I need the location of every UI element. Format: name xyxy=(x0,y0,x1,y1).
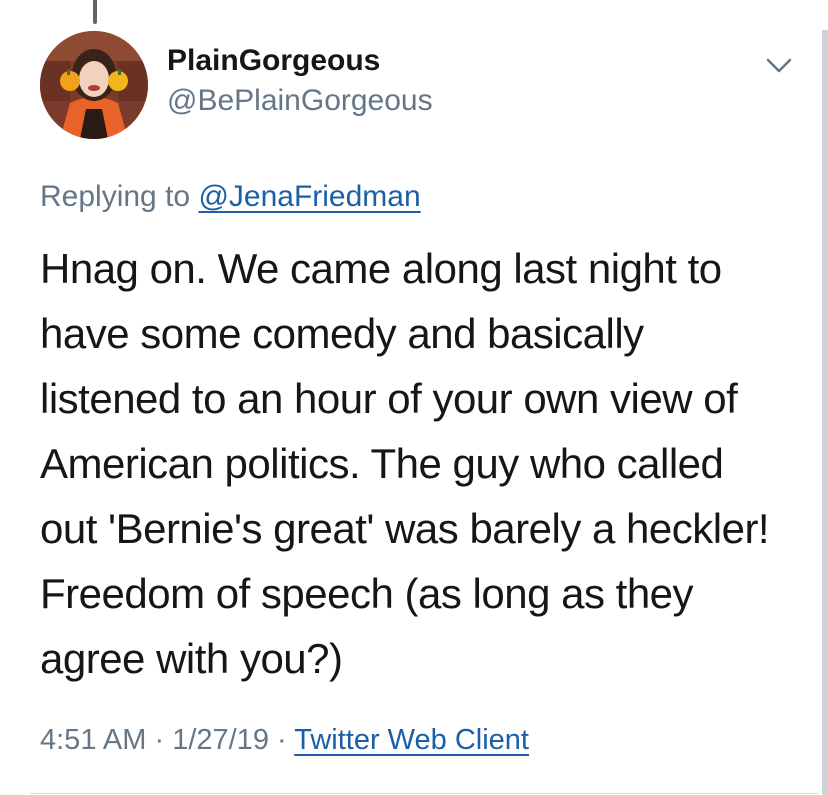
tweet-text-line: agree with you?) xyxy=(40,635,343,682)
reply-mention-link[interactable]: @JenaFriedman xyxy=(198,180,420,213)
tweet-text-line: Freedom of speech (as long as they xyxy=(40,570,694,617)
meta-separator: · xyxy=(146,724,173,756)
tweet-metadata: 4:51 AM · 1/27/19 · Twitter Web Client xyxy=(40,724,529,757)
author-display-name[interactable]: PlainGorgeous xyxy=(167,44,380,78)
scrollbar[interactable] xyxy=(822,30,828,795)
avatar[interactable] xyxy=(40,31,148,139)
tweet-date: 1/27/19 xyxy=(172,724,269,756)
reply-context: Replying to @JenaFriedman xyxy=(40,180,421,214)
divider xyxy=(30,793,818,794)
chevron-down-icon[interactable] xyxy=(765,56,793,76)
tweet-time: 4:51 AM xyxy=(40,724,147,756)
meta-separator: · xyxy=(268,724,295,756)
tweet-text-line: American politics. The guy who called xyxy=(40,440,724,487)
reply-prefix: Replying to xyxy=(40,180,199,213)
tweet-text-line: out 'Bernie's great' was barely a heckle… xyxy=(40,505,770,552)
tweet-text-line: Hnag on. We came along last night to xyxy=(40,245,722,292)
author-handle[interactable]: @BePlainGorgeous xyxy=(167,84,433,118)
tweet-text-line: have some comedy and basically xyxy=(40,310,644,357)
tweet-source-link[interactable]: Twitter Web Client xyxy=(294,724,529,756)
thread-connector-line xyxy=(93,0,97,24)
tweet-text: Hnag on. We came along last night to hav… xyxy=(40,236,800,691)
profile-photo-icon xyxy=(40,31,148,139)
tweet-text-line: listened to an hour of your own view of xyxy=(40,375,738,422)
